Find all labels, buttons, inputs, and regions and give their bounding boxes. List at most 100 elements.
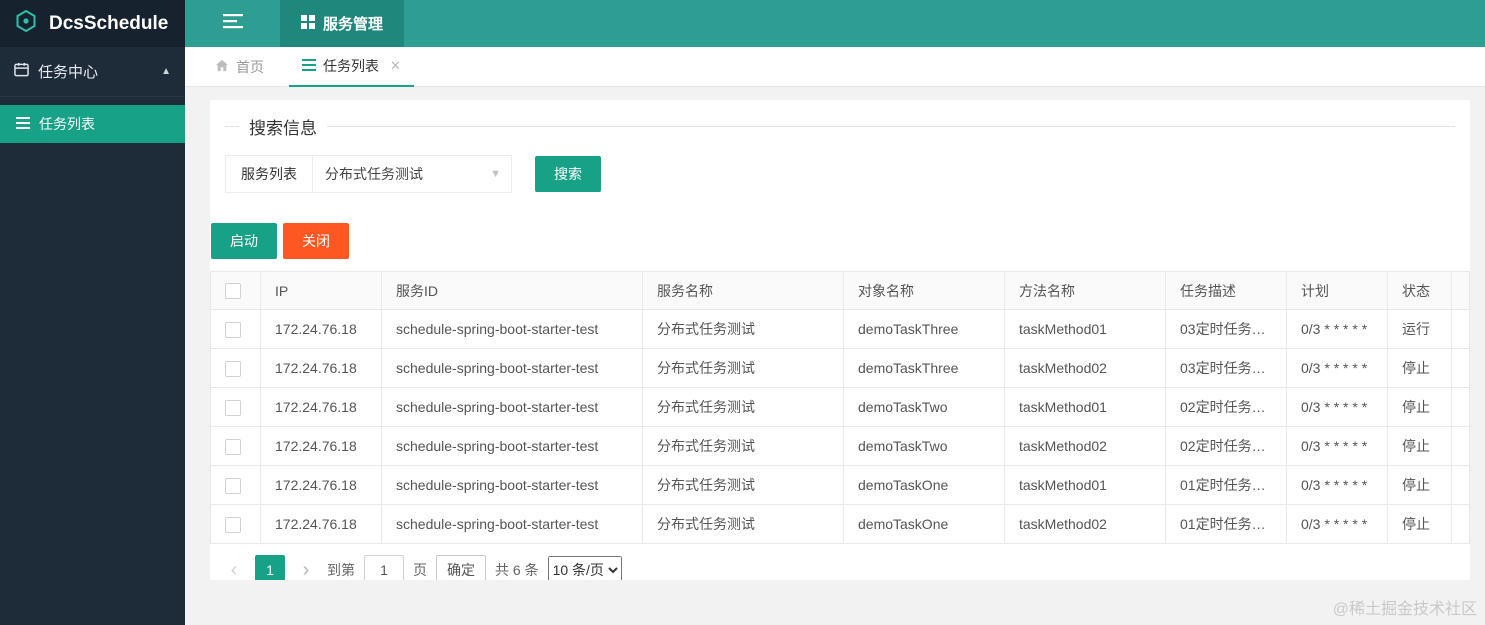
row-checkbox-cell	[210, 348, 261, 388]
cell-overflow	[1451, 465, 1470, 505]
col-header-service-id: 服务ID	[381, 271, 643, 310]
cell-overflow	[1451, 426, 1470, 466]
sidebar-item-task-list[interactable]: 任务列表	[0, 105, 185, 143]
hamburger-icon	[222, 13, 243, 34]
sidebar-item-label: 任务列表	[39, 116, 95, 132]
col-header-object-name: 对象名称	[843, 271, 1005, 310]
topnav-item-label: 服务管理	[323, 16, 384, 33]
cell-method-name: taskMethod02	[1004, 504, 1166, 544]
service-select-value: 分布式任务测试	[325, 166, 423, 182]
topnav-item-service-management[interactable]: 服务管理	[280, 0, 405, 47]
cell-object-name: demoTaskThree	[843, 309, 1005, 349]
next-page-button[interactable]: ›	[294, 556, 318, 580]
list-icon	[16, 116, 30, 132]
search-fieldset: 搜索信息	[225, 114, 1455, 139]
cell-object-name: demoTaskTwo	[843, 387, 1005, 427]
row-checkbox-cell	[210, 426, 261, 466]
page-number-button[interactable]: 1	[255, 555, 285, 580]
cell-status: 停止	[1387, 504, 1452, 544]
row-checkbox[interactable]	[225, 477, 241, 494]
col-header-overflow	[1451, 271, 1470, 310]
cell-service-id: schedule-spring-boot-starter-test	[381, 348, 643, 388]
tab-home[interactable]: 首页	[215, 57, 264, 77]
service-management-icon	[301, 14, 315, 33]
tab-task-list[interactable]: 任务列表 ✕	[289, 46, 414, 87]
cell-service-name: 分布式任务测试	[642, 309, 844, 349]
sidebar-group-task-center[interactable]: 任务中心 ▲	[0, 47, 185, 97]
cell-service-name: 分布式任务测试	[642, 465, 844, 505]
cell-method-name: taskMethod01	[1004, 465, 1166, 505]
cell-status: 停止	[1387, 426, 1452, 466]
row-checkbox[interactable]	[225, 516, 241, 533]
cell-service-name: 分布式任务测试	[642, 504, 844, 544]
cell-method-name: taskMethod01	[1004, 387, 1166, 427]
cell-method-name: taskMethod02	[1004, 348, 1166, 388]
page-size-select[interactable]: 10 条/页	[547, 556, 622, 580]
table-row: 172.24.76.18 schedule-spring-boot-starte…	[210, 465, 1470, 505]
page-tabs-bar: 首页 任务列表 ✕	[185, 46, 1485, 87]
col-header-status: 状态	[1387, 271, 1452, 310]
action-button-row: 启动 关闭	[211, 223, 1470, 259]
sidebar: 任务中心 ▲ 任务列表	[0, 47, 185, 625]
task-table-body: 172.24.76.18 schedule-spring-boot-starte…	[210, 309, 1470, 544]
cell-ip: 172.24.76.18	[260, 309, 382, 349]
row-checkbox[interactable]	[225, 399, 241, 416]
goto-page-input[interactable]	[364, 555, 404, 580]
cell-ip: 172.24.76.18	[260, 504, 382, 544]
row-checkbox-cell	[210, 504, 261, 544]
home-icon	[215, 59, 229, 75]
main-area: 首页 任务列表 ✕ 搜索信息 服务列表 分布式任务测试 ▼ 搜索 启动 关闭 I…	[185, 46, 1485, 625]
select-all-checkbox[interactable]	[225, 283, 241, 300]
cell-service-id: schedule-spring-boot-starter-test	[381, 387, 643, 427]
cell-method-name: taskMethod01	[1004, 309, 1166, 349]
cell-plan: 0/3 * * * * *	[1286, 309, 1388, 349]
top-bar: DcsSchedule 服务管理	[0, 0, 1485, 47]
cell-plan: 0/3 * * * * *	[1286, 348, 1388, 388]
calendar-icon	[14, 62, 29, 81]
row-checkbox[interactable]	[225, 321, 241, 338]
cell-plan: 0/3 * * * * *	[1286, 465, 1388, 505]
pagination-bar: ‹ 1 › 到第 页 确定 共 6 条 10 条/页	[222, 554, 1470, 580]
cell-status: 停止	[1387, 387, 1452, 427]
cell-status: 停止	[1387, 465, 1452, 505]
cell-service-name: 分布式任务测试	[642, 387, 844, 427]
start-button[interactable]: 启动	[211, 223, 277, 259]
cell-service-id: schedule-spring-boot-starter-test	[381, 465, 643, 505]
cell-service-name: 分布式任务测试	[642, 426, 844, 466]
cell-task-desc: 02定时任务…	[1165, 387, 1287, 427]
cell-overflow	[1451, 387, 1470, 427]
cell-object-name: demoTaskOne	[843, 504, 1005, 544]
goto-label: 到第	[327, 562, 355, 578]
prev-page-button[interactable]: ‹	[222, 556, 246, 580]
row-checkbox[interactable]	[225, 438, 241, 455]
cell-service-id: schedule-spring-boot-starter-test	[381, 426, 643, 466]
close-button[interactable]: 关闭	[283, 223, 349, 259]
table-row: 172.24.76.18 schedule-spring-boot-starte…	[210, 309, 1470, 349]
watermark-text: @稀土掘金技术社区	[1332, 601, 1477, 618]
tab-close-icon[interactable]: ✕	[390, 58, 401, 74]
sidebar-toggle-button[interactable]	[185, 0, 280, 47]
cell-status: 运行	[1387, 309, 1452, 349]
table-row: 172.24.76.18 schedule-spring-boot-starte…	[210, 387, 1470, 427]
cell-plan: 0/3 * * * * *	[1286, 504, 1388, 544]
cell-ip: 172.24.76.18	[260, 387, 382, 427]
goto-confirm-button[interactable]: 确定	[436, 555, 486, 580]
cell-overflow	[1451, 309, 1470, 349]
row-checkbox[interactable]	[225, 360, 241, 377]
search-legend: 搜索信息	[249, 119, 317, 138]
cell-ip: 172.24.76.18	[260, 465, 382, 505]
cell-task-desc: 02定时任务…	[1165, 426, 1287, 466]
tab-task-list-label: 任务列表	[323, 57, 379, 74]
service-select[interactable]: 分布式任务测试 ▼	[312, 155, 512, 193]
tab-home-label: 首页	[236, 58, 264, 75]
search-button[interactable]: 搜索	[535, 156, 601, 192]
cell-task-desc: 01定时任务…	[1165, 465, 1287, 505]
cell-overflow	[1451, 348, 1470, 388]
chevron-up-icon: ▲	[161, 66, 171, 77]
table-row: 172.24.76.18 schedule-spring-boot-starte…	[210, 426, 1470, 466]
cell-task-desc: 03定时任务…	[1165, 348, 1287, 388]
task-list-card: 搜索信息 服务列表 分布式任务测试 ▼ 搜索 启动 关闭 IP 服务ID 服务名…	[210, 100, 1470, 580]
service-list-label: 服务列表	[225, 155, 313, 193]
cell-task-desc: 01定时任务…	[1165, 504, 1287, 544]
cell-service-id: schedule-spring-boot-starter-test	[381, 309, 643, 349]
